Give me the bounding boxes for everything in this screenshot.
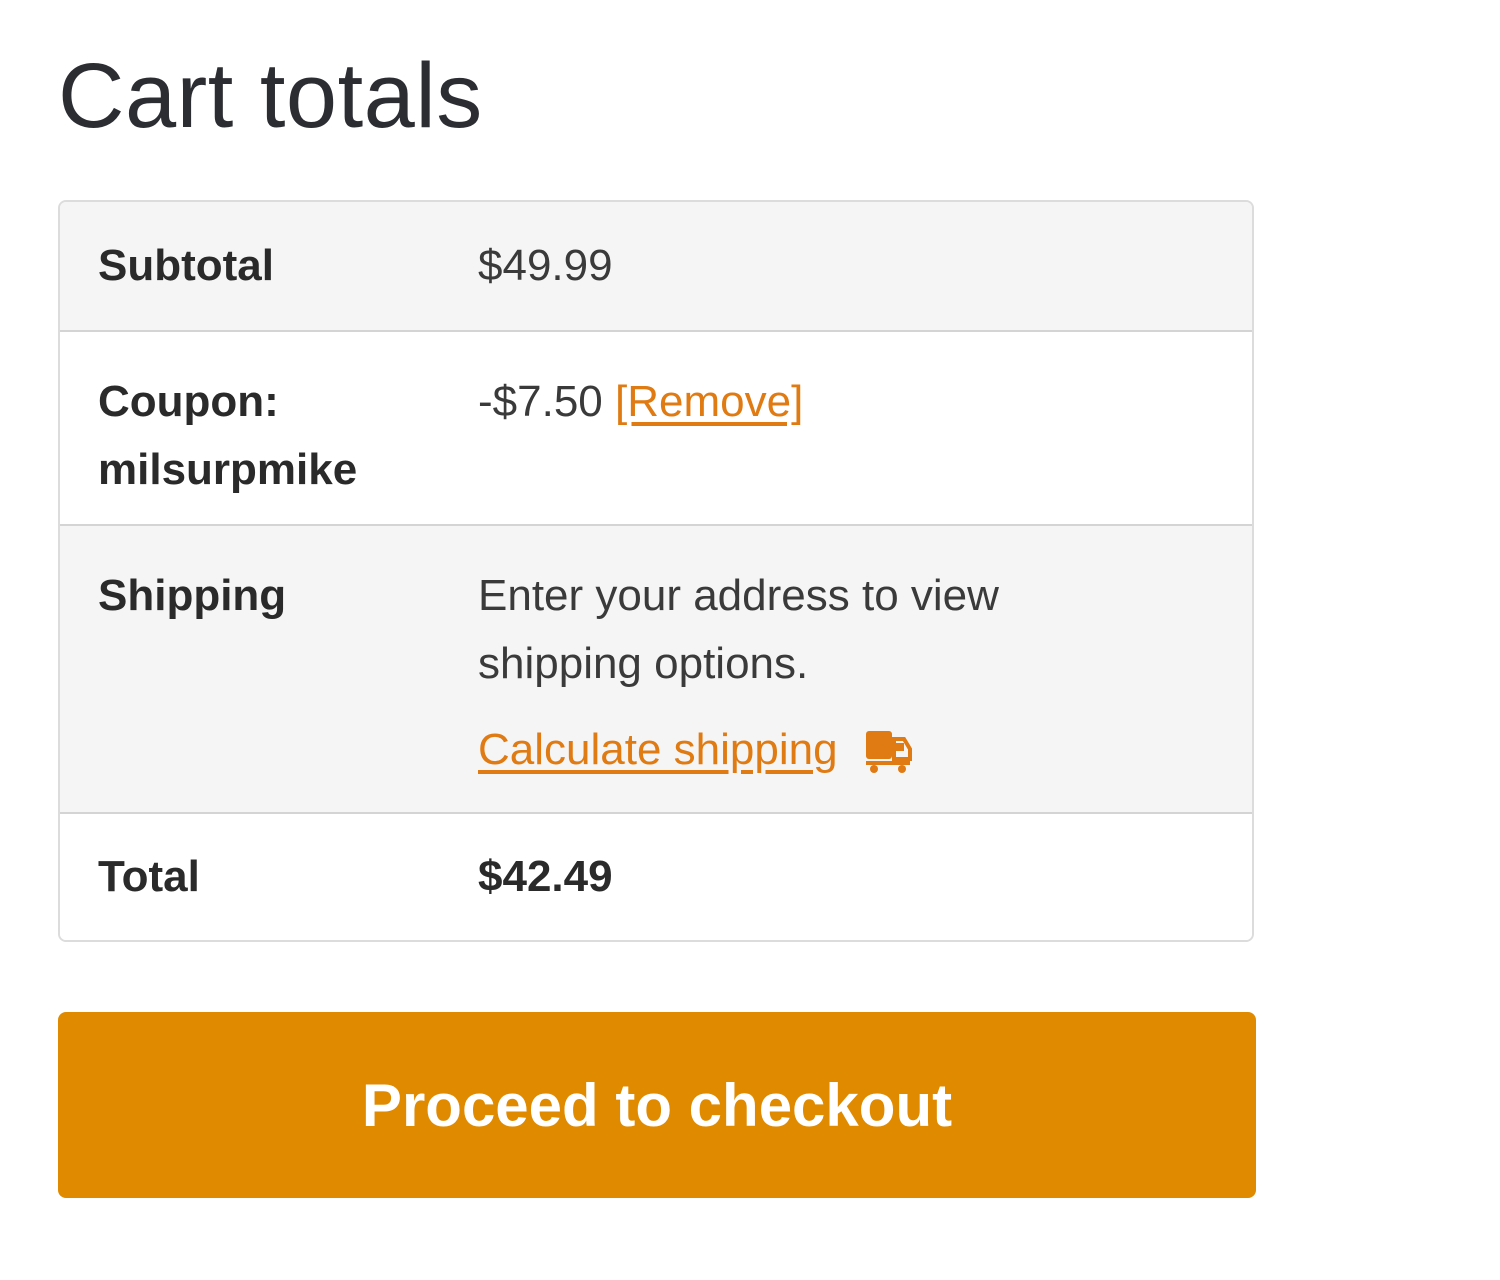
truck-icon[interactable]	[864, 727, 912, 773]
coupon-label-title: Coupon:	[98, 377, 279, 426]
total-row: Total $42.49	[60, 812, 1252, 940]
shipping-message-line2: shipping options.	[478, 639, 809, 688]
subtotal-row: Subtotal $49.99	[60, 202, 1252, 330]
total-value: $42.49	[478, 852, 613, 901]
subtotal-label: Subtotal	[98, 241, 274, 290]
calculate-shipping-line: Calculate shipping	[478, 716, 1252, 784]
coupon-code: milsurpmike	[98, 445, 358, 494]
calculate-shipping-link[interactable]: Calculate shipping	[478, 716, 838, 784]
page-title: Cart totals	[58, 45, 483, 147]
subtotal-value: $49.99	[478, 241, 613, 290]
coupon-label: Coupon: milsurpmike	[60, 368, 478, 504]
shipping-message-line1: Enter your address to view	[478, 571, 999, 620]
shipping-row: Shipping Enter your address to view ship…	[60, 524, 1252, 812]
coupon-discount-value: -$7.50	[478, 377, 603, 426]
cart-totals-table: Subtotal $49.99 Coupon: milsurpmike -$7.…	[58, 200, 1254, 942]
coupon-row: Coupon: milsurpmike -$7.50 [Remove]	[60, 330, 1252, 524]
shipping-label: Shipping	[98, 571, 287, 620]
total-label: Total	[98, 852, 200, 901]
shipping-value-cell: Enter your address to view shipping opti…	[478, 562, 1252, 784]
proceed-to-checkout-button[interactable]: Proceed to checkout	[58, 1012, 1256, 1198]
remove-coupon-link[interactable]: [Remove]	[615, 377, 803, 426]
coupon-value-cell: -$7.50 [Remove]	[478, 368, 1252, 436]
